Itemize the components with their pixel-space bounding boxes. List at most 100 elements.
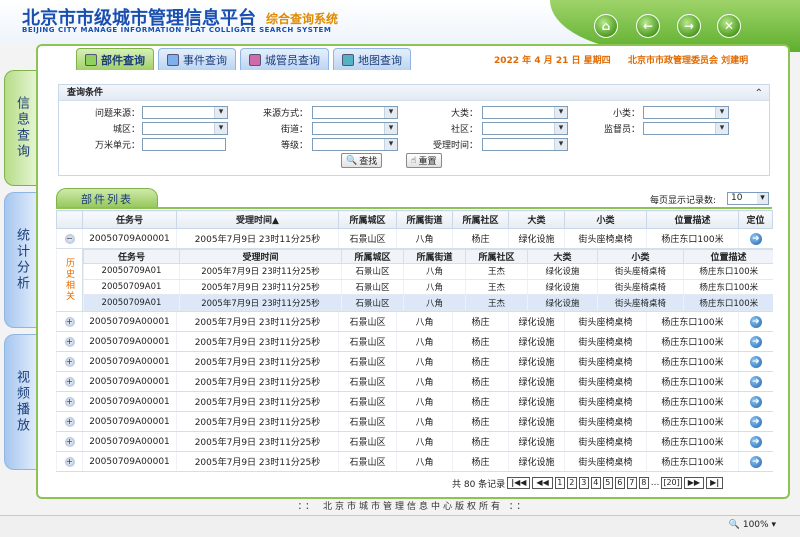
tab-event-query[interactable]: 事件查询 [158,48,236,70]
street-select[interactable] [312,122,398,135]
cell-minor: 街头座椅桌椅 [564,431,647,452]
table-row[interactable]: +20050709A00001 2005年7月9日 23时11分25秒 石景山区 八角… [56,371,773,392]
col-street[interactable]: 所属街道 [396,210,453,229]
expand-row-icon[interactable]: + [64,356,75,367]
table-row[interactable]: +20050709A00001 2005年7月9日 23时11分25秒 石景山区 八角… [56,331,773,352]
hist-col-minor: 小类 [597,249,684,264]
cell-accept-time: 2005年7月9日 23时11分25秒 [176,331,339,352]
expand-row-icon[interactable]: + [64,396,75,407]
locate-icon[interactable]: ➜ [749,375,762,388]
locate-icon[interactable]: ➜ [749,315,762,328]
category-minor-select[interactable] [643,106,729,119]
col-task-id[interactable]: 任务号 [82,210,177,229]
prev-page-button[interactable]: ◀◀ [532,477,553,489]
left-tab-video[interactable]: 视频播放 [4,334,38,470]
page-last-number[interactable]: [20] [661,477,682,489]
supervisor-select[interactable] [643,122,729,135]
tab-component-query[interactable]: 部件查询 [76,48,154,70]
hist-col-accept-time: 受理时间 [179,249,342,264]
history-row[interactable]: 20050709A01 2005年7月9日 23时11分25秒 石景山区 八角 … [83,279,773,296]
col-major[interactable]: 大类 [508,210,565,229]
category-major-select[interactable] [482,106,568,119]
locate-icon[interactable]: ➜ [749,395,762,408]
cell-accept-time: 2005年7月9日 23时11分25秒 [176,351,339,372]
home-icon[interactable]: ⌂ [594,14,618,38]
expand-row-icon[interactable]: + [64,416,75,427]
district-select[interactable] [142,122,228,135]
grid-unit-input[interactable] [142,138,226,151]
page-5[interactable]: 5 [602,477,613,489]
expand-row-icon[interactable]: + [64,456,75,467]
history-row[interactable]: 20050709A01 2005年7月9日 23时11分25秒 石景山区 八角 … [83,263,773,280]
reset-button[interactable]: ☝ 重置 [406,153,442,168]
table-row[interactable]: +20050709A00001 2005年7月9日 23时11分25秒 石景山区 八角… [56,311,773,332]
tab-map-query[interactable]: 地图查询 [333,48,411,70]
collapse-icon[interactable]: ⌃ [755,86,763,102]
forward-icon[interactable]: → [677,14,701,38]
cell-district: 石景山区 [338,371,397,392]
col-district[interactable]: 所属城区 [338,210,397,229]
locate-icon[interactable]: ➜ [749,435,762,448]
cell-district: 石景山区 [338,228,397,249]
source-method-select[interactable] [312,106,398,119]
cell-major: 绿化设施 [508,228,565,249]
cell-street: 八角 [396,411,453,432]
community-select[interactable] [482,122,568,135]
table-row[interactable]: +20050709A00001 2005年7月9日 23时11分25秒 石景山区 八角… [56,451,773,472]
left-tab-info-query[interactable]: 信息查询 [4,70,38,186]
collapse-row-icon[interactable]: − [64,233,75,244]
next-page-button[interactable]: ▶▶ [683,477,705,489]
accept-time-select[interactable] [482,138,568,151]
per-page-select[interactable]: 10 [727,192,769,205]
level-select[interactable] [312,138,398,151]
tab-officer-query[interactable]: 城管员查询 [240,48,329,70]
expand-row-icon[interactable]: + [64,336,75,347]
left-tab-statistics[interactable]: 统计分析 [4,192,38,328]
query-tabs: 部件查询 事件查询 城管员查询 地图查询 [76,48,411,70]
expand-row-icon[interactable]: + [64,316,75,327]
locate-icon[interactable]: ➜ [749,455,762,468]
locate-icon[interactable]: ➜ [749,335,762,348]
component-list-tab[interactable]: 部件列表 [56,188,158,208]
page-2[interactable]: 2 [566,477,577,489]
cell-street: 八角 [396,431,453,452]
page-6[interactable]: 6 [614,477,625,489]
last-page-button[interactable]: ▶| [706,477,724,489]
col-accept-time[interactable]: 受理时间▲ [176,210,339,229]
table-row-expanded[interactable]: − 20050709A00001 2005年7月9日 23时11分25秒 石景山… [56,228,773,249]
table-row[interactable]: +20050709A00001 2005年7月9日 23时11分25秒 石景山区 八角… [56,411,773,432]
locate-icon[interactable]: ➜ [749,415,762,428]
search-button[interactable]: 🔍 查找 [341,153,383,168]
zoom-control[interactable]: 🔍 100% ▾ [729,520,776,530]
close-icon[interactable]: ✕ [717,14,741,38]
page-1[interactable]: 1 [554,477,565,489]
history-row-selected[interactable]: 20050709A01 2005年7月9日 23时11分25秒 石景山区 八角 … [83,294,773,311]
col-minor[interactable]: 小类 [564,210,647,229]
hist-col-street: 所属街道 [403,249,466,264]
first-page-button[interactable]: |◀◀ [507,477,531,489]
page-3[interactable]: 3 [578,477,589,489]
expand-row-icon[interactable]: + [64,376,75,387]
table-row[interactable]: +20050709A00001 2005年7月9日 23时11分25秒 石景山区 八角… [56,351,773,372]
expand-row-icon[interactable]: + [64,436,75,447]
source-select[interactable] [142,106,228,119]
col-community[interactable]: 所属社区 [452,210,509,229]
page-8[interactable]: 8 [638,477,649,489]
locate-icon[interactable]: ➜ [749,355,762,368]
cell-accept-time: 2005年7月9日 23时11分25秒 [176,371,339,392]
back-icon[interactable]: ← [636,14,660,38]
component-icon [85,53,97,66]
cell-district: 石景山区 [338,391,397,412]
cell-location: 杨庄东口100米 [646,451,739,472]
cell-major: 绿化设施 [508,331,565,352]
cell-major: 绿化设施 [508,391,565,412]
col-location[interactable]: 位置描述 [646,210,739,229]
cell-community: 杨庄 [452,228,509,249]
cell-community: 杨庄 [452,451,509,472]
table-row[interactable]: +20050709A00001 2005年7月9日 23时11分25秒 石景山区 八角… [56,431,773,452]
page-4[interactable]: 4 [590,477,601,489]
page-7[interactable]: 7 [626,477,637,489]
event-icon [167,53,179,66]
table-row[interactable]: +20050709A00001 2005年7月9日 23时11分25秒 石景山区 八角… [56,391,773,412]
locate-icon[interactable]: ➜ [749,232,762,245]
